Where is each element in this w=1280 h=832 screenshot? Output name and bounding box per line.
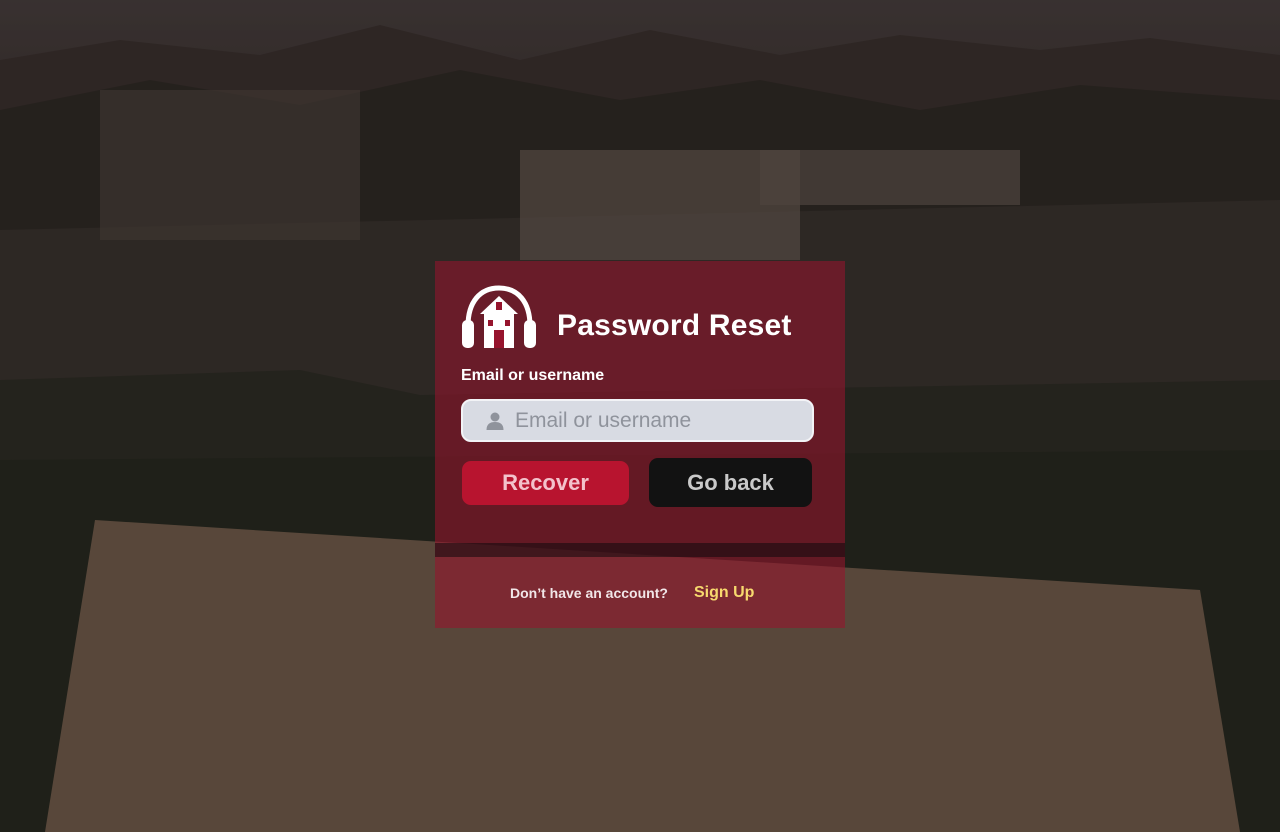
headphones-building-logo-icon [462,285,536,348]
user-icon [486,412,504,430]
page-title: Password Reset [557,309,792,342]
email-field-label: Email or username [461,367,605,384]
sign-up-link[interactable]: Sign Up [694,584,754,602]
recover-button[interactable]: Recover [462,461,629,505]
email-or-username-input[interactable] [515,401,805,440]
no-account-prompt: Don’t have an account? [510,585,668,601]
go-back-button[interactable]: Go back [649,458,812,507]
card-divider [435,543,845,557]
email-input-container[interactable] [461,399,814,442]
